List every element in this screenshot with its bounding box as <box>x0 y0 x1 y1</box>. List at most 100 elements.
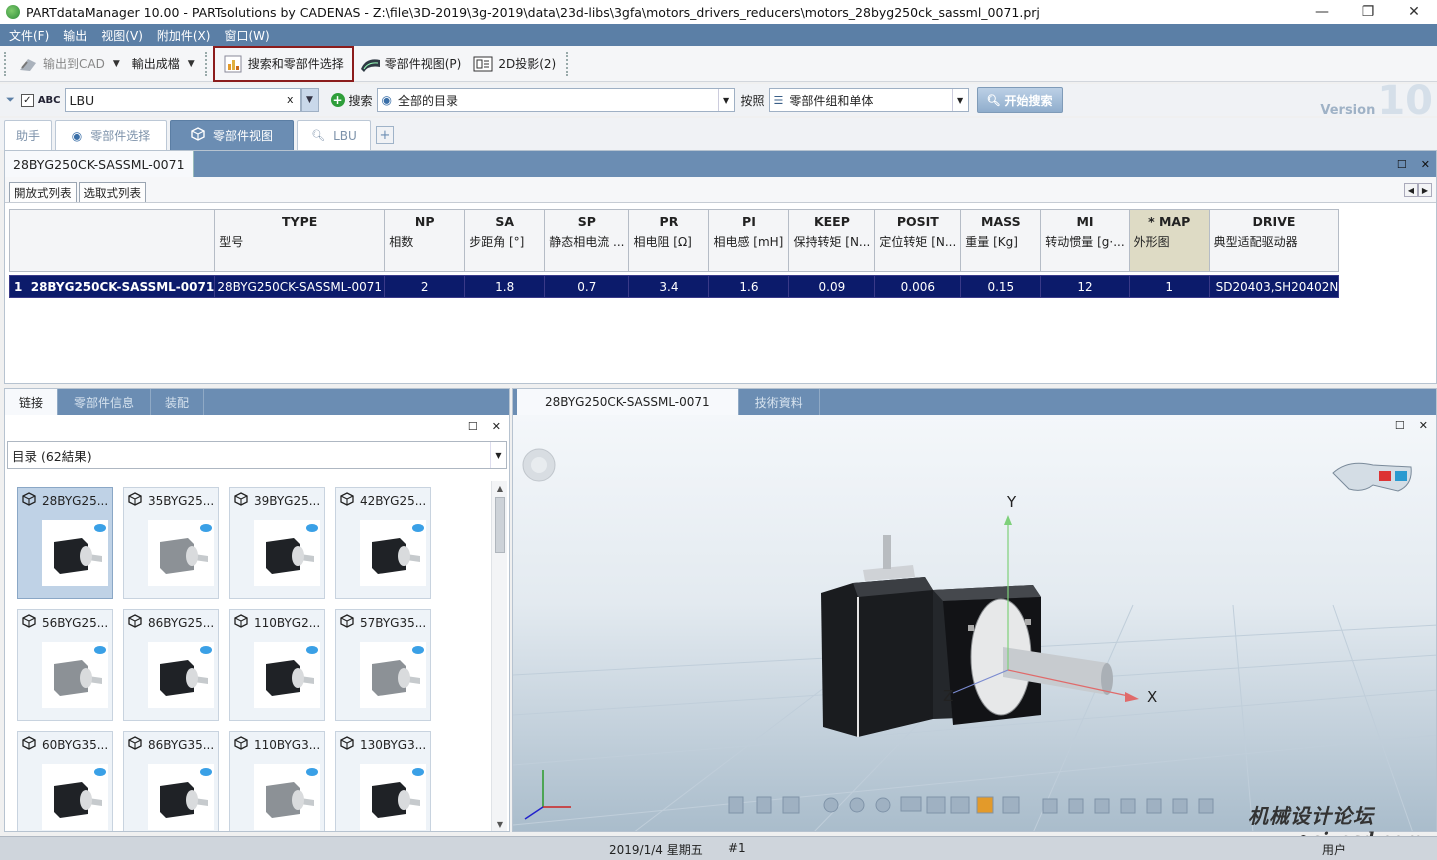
part-thumbnail[interactable]: 39BYG25... <box>229 487 325 599</box>
tab-assistant[interactable]: 助手 <box>4 120 52 150</box>
col-pi[interactable]: PI 相电感 [mH] <box>708 209 790 272</box>
tab-select-list[interactable]: 选取式列表 <box>78 182 146 202</box>
tab-part-view[interactable]: 零部件视图 <box>170 120 294 150</box>
table-pane-title[interactable]: 28BYG250CK-SASSML-0071 <box>5 151 194 177</box>
cell-type[interactable]: 28BYG250CK-SASSML-0071 <box>214 275 386 298</box>
cell-mi[interactable]: 12 <box>1040 275 1130 298</box>
cell-mass[interactable]: 0.15 <box>960 275 1042 298</box>
search-field[interactable]: LBU x <box>64 88 301 112</box>
tab-part-selection[interactable]: ◉ 零部件选择 <box>55 120 167 150</box>
tab-links[interactable]: 链接 <box>5 389 59 415</box>
tab-lbu[interactable]: 🔍︎ LBU <box>297 120 371 150</box>
minimize-button[interactable]: — <box>1299 0 1345 24</box>
scroll-left-icon[interactable]: ◀ <box>1404 183 1418 197</box>
cell-sp[interactable]: 0.7 <box>544 275 630 298</box>
menu-window[interactable]: 窗口(W) <box>217 27 276 44</box>
col-drive[interactable]: DRIVE 典型适配驱动器 <box>1208 209 1340 272</box>
part-thumbnail[interactable]: 110BYG3... <box>229 731 325 831</box>
col-keep[interactable]: KEEP 保持转矩 [N... <box>788 209 876 272</box>
cell-keep[interactable]: 0.09 <box>788 275 876 298</box>
clear-search-icon[interactable]: x <box>287 93 294 106</box>
add-icon[interactable]: + <box>330 93 345 107</box>
scroll-thumb[interactable] <box>495 497 505 553</box>
close-button[interactable]: ✕ <box>1391 0 1437 24</box>
view-cube-icon <box>522 448 556 482</box>
abc-checkbox[interactable]: ✓ <box>20 93 34 107</box>
export-cad-dropdown-icon[interactable]: ▼ <box>113 59 120 69</box>
menu-view[interactable]: 视图(V) <box>94 27 150 44</box>
export-cad-button[interactable]: 输出到CAD <box>12 50 111 78</box>
menu-output[interactable]: 输出 <box>56 27 94 44</box>
add-tab-button[interactable]: + <box>376 126 394 144</box>
search-select-button[interactable]: 搜索和零部件选择 <box>212 45 354 82</box>
3d-viewport[interactable]: Y X Z <box>513 415 1437 832</box>
links-pane: 链接 零部件信息 装配 ☐ ✕ 目录 (62結果) ▼ 28BYG25... 35… <box>4 388 510 832</box>
scroll-up-icon[interactable]: ▲ <box>492 481 508 495</box>
col-mi[interactable]: MI 转动惯量 [g·... <box>1040 209 1130 272</box>
scope-dropdown-icon[interactable]: ▼ <box>717 89 734 111</box>
col-pr[interactable]: PR 相电阻 [Ω] <box>628 209 710 272</box>
tab-part-info[interactable]: 零部件信息 <box>58 389 152 415</box>
maximize-icon[interactable]: ☐ <box>1397 158 1407 171</box>
maximize-icon[interactable]: ☐ <box>1395 419 1405 432</box>
table-row[interactable]: 1 28BYG250CK-SASSML-0071 28BYG250CK-SASS… <box>8 275 1340 298</box>
tab-open-list[interactable]: 開放式列表 <box>9 182 77 202</box>
part-thumbnail[interactable]: 86BYG25... <box>123 609 219 721</box>
part-thumbnail[interactable]: 130BYG3... <box>335 731 431 831</box>
scroll-down-icon[interactable]: ▼ <box>492 817 508 831</box>
search-input[interactable]: LBU <box>70 93 95 108</box>
collapse-icon[interactable]: ⏷ <box>6 93 15 107</box>
close-pane-icon[interactable]: ✕ <box>1419 419 1428 432</box>
col-map[interactable]: * MAP 外形图 <box>1128 209 1210 272</box>
part-thumbnail[interactable]: 86BYG35... <box>123 731 219 831</box>
tab-model-view[interactable]: 28BYG250CK-SASSML-0071 <box>517 389 739 415</box>
menu-file[interactable]: 文件(F) <box>2 27 56 44</box>
cell-drive[interactable]: SD20403,SH20402N <box>1208 275 1340 298</box>
thumbnail-scrollbar[interactable]: ▲ ▼ <box>491 481 507 831</box>
mode-dropdown-icon[interactable]: ▼ <box>951 89 968 111</box>
cell-np[interactable]: 2 <box>384 275 466 298</box>
col-np[interactable]: NP 相数 <box>384 209 466 272</box>
part-thumbnail[interactable]: 110BYG2... <box>229 609 325 721</box>
search-history-dropdown-icon[interactable]: ▼ <box>300 88 319 112</box>
cell-pr[interactable]: 3.4 <box>628 275 710 298</box>
scope-value: 全部的目录 <box>398 93 459 108</box>
restore-button[interactable]: ❐ <box>1345 0 1391 24</box>
col-type[interactable]: TYPE 型号 <box>214 209 386 272</box>
col-sa[interactable]: SA 步距角 [°] <box>464 209 546 272</box>
part-thumbnail[interactable]: 42BYG25... <box>335 487 431 599</box>
col-mass[interactable]: MASS 重量 [Kg] <box>960 209 1042 272</box>
catalog-dropdown-icon[interactable]: ▼ <box>490 442 506 468</box>
maximize-icon[interactable]: ☐ <box>468 420 478 433</box>
mode-select[interactable]: ☰ 零部件组和单体 ▼ <box>768 88 969 112</box>
projection-2d-button[interactable]: 2D投影(2) <box>467 50 562 78</box>
export-file-label: 輸出成檔 <box>131 57 180 71</box>
tab-assembly[interactable]: 装配 <box>151 389 205 415</box>
part-thumbnail[interactable]: 56BYG25... <box>17 609 113 721</box>
export-file-button[interactable]: 輸出成檔 <box>126 50 186 78</box>
export-file-dropdown-icon[interactable]: ▼ <box>188 59 195 69</box>
col-sp[interactable]: SP 静态相电流 ... <box>544 209 630 272</box>
part-thumbnail[interactable]: 35BYG25... <box>123 487 219 599</box>
col-posit[interactable]: POSIT 定位转矩 [N... <box>874 209 962 272</box>
catalog-select[interactable]: 目录 (62結果) ▼ <box>7 441 507 469</box>
cell-sa[interactable]: 1.8 <box>464 275 546 298</box>
scope-select[interactable]: ◉ 全部的目录 ▼ <box>376 88 735 112</box>
close-pane-icon[interactable]: ✕ <box>492 420 501 433</box>
cell-posit[interactable]: 0.006 <box>874 275 962 298</box>
part-cube-icon <box>128 736 142 753</box>
menu-addons[interactable]: 附加件(X) <box>150 27 218 44</box>
tab-tech-data[interactable]: 技術資料 <box>739 389 820 415</box>
cell-pi[interactable]: 1.6 <box>708 275 790 298</box>
tab-part-selection-label: 零部件选择 <box>90 129 151 143</box>
toolbar-grip[interactable] <box>4 51 8 76</box>
part-view-button[interactable]: 零部件视图(P) <box>354 50 468 78</box>
cell-map[interactable]: 1 <box>1128 275 1210 298</box>
row-id-cell[interactable]: 1 28BYG250CK-SASSML-0071 <box>8 275 216 298</box>
close-pane-icon[interactable]: ✕ <box>1421 158 1430 171</box>
part-thumbnail[interactable]: 28BYG25... <box>17 487 113 599</box>
part-thumbnail[interactable]: 60BYG35... <box>17 731 113 831</box>
start-search-button[interactable]: 🔍︎ 开始搜索 <box>976 87 1063 113</box>
scroll-right-icon[interactable]: ▶ <box>1418 183 1432 197</box>
part-thumbnail[interactable]: 57BYG35... <box>335 609 431 721</box>
